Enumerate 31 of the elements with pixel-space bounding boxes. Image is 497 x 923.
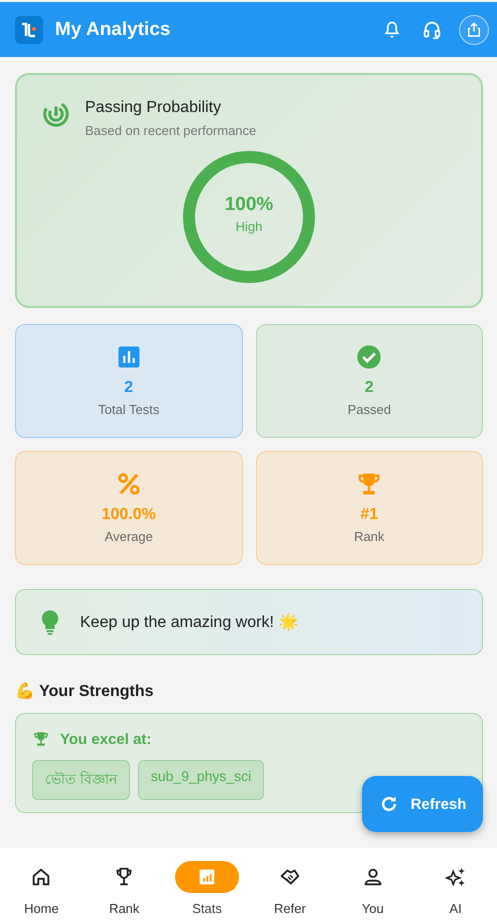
home-icon [30,866,52,888]
card-title: Passing Probability [85,99,222,117]
probability-value: 100% [224,194,274,216]
app-logo-icon [15,16,43,44]
tip-text: Keep up the amazing work! 🌟 [80,612,298,632]
app-title: My Analytics [55,18,172,40]
share-icon [465,20,483,38]
stat-label: Average [104,529,153,544]
subject-tag: sub_9_phys_sci [138,760,264,800]
excel-label: You excel at: [60,730,152,748]
nav-tab[interactable]: Refer [248,848,332,923]
stat-label: Rank [354,529,384,544]
stat-value: 2 [124,379,134,397]
stat-label: Passed [348,402,391,417]
stat-label: Total Tests [98,402,160,417]
section-heading: 💪 Your Strengths [15,681,155,701]
stat-value: #1 [360,506,378,524]
nav-tab[interactable]: Home [0,848,83,923]
subject-tag: ভৌত বিজ্ঞান [32,760,130,800]
stat-value: 100.0% [102,506,156,524]
nav-tab[interactable]: AI [414,848,497,923]
probability-level-label: High [236,219,262,234]
sparkles-icon [444,866,467,888]
nav-tab[interactable]: Rank [82,848,166,923]
nav-tab[interactable]: You [331,848,414,923]
trophy-icon [32,730,50,748]
nav-tab[interactable]: Stats [166,848,248,923]
card-subtitle: Based on recent performance [85,123,256,138]
notification-bell-icon[interactable] [382,20,402,40]
stat-value: 2 [364,379,374,397]
share-button[interactable] [459,14,489,44]
